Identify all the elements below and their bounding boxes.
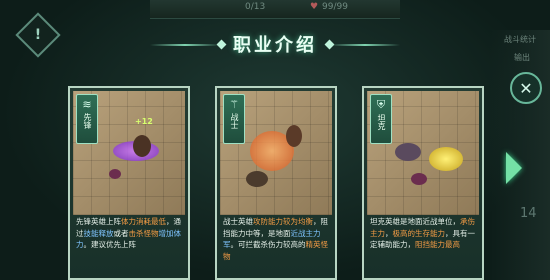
next-arrow-button[interactable] xyxy=(506,152,522,184)
description-segment: 先锋英雄上阵 xyxy=(76,217,121,226)
close-button[interactable]: ✕ xyxy=(510,72,542,104)
enemy-figure xyxy=(109,169,121,179)
class-card-tank: ⛨ 坦克 坦克英雄是地面近战单位，承伤主力，极高的生存能力，具有一定辅助能力，阻… xyxy=(362,86,484,280)
enemy-figure xyxy=(395,143,421,161)
warrior-hero-figure xyxy=(286,125,302,147)
enemy-figure xyxy=(411,173,427,185)
description-segment: 阻挡能力最高 xyxy=(415,240,460,249)
description-segment: 。可拦截杀伤力较高的 xyxy=(230,240,306,249)
role-label: 先锋 xyxy=(83,113,92,129)
vanguard-hero-figure xyxy=(133,135,151,157)
role-badge-vanguard: ≋ 先锋 xyxy=(76,94,98,144)
close-icon: ✕ xyxy=(519,78,533,98)
page-title: 职业介绍 xyxy=(233,35,317,56)
background-stat-health: 99/99 xyxy=(322,2,348,12)
description-segment: ， xyxy=(385,228,393,238)
title-bar: 职业介绍 xyxy=(0,31,550,61)
description-segment: 坦克英雄是地面近战单位， xyxy=(370,217,460,226)
warrior-icon: ⚚ xyxy=(229,98,239,111)
background-number: 14 xyxy=(520,206,537,221)
description-segment: 或者 xyxy=(113,228,129,238)
role-badge-warrior: ⚚ 战士 xyxy=(223,94,245,144)
description-segment: 。建议优先上阵 xyxy=(83,240,137,249)
description-segment: 体力消耗最低 xyxy=(121,217,166,226)
card-description: 先锋英雄上阵体力消耗最低，通过技能释放或者击杀怪物增加体力。建议优先上阵 xyxy=(76,216,182,251)
card-description: 坦克英雄是地面近战单位，承伤主力，极高的生存能力，具有一定辅助能力，阻挡能力最高 xyxy=(370,216,476,251)
role-label: 战士 xyxy=(230,113,239,129)
description-segment: 击杀怪物 xyxy=(128,228,159,238)
tank-shield-effect xyxy=(429,147,463,171)
role-badge-tank: ⛨ 坦克 xyxy=(370,94,392,144)
background-top-bar: 0/13 ♥ 99/99 xyxy=(150,0,400,19)
heart-icon: ♥ xyxy=(310,2,319,12)
floating-gain-text: +12 xyxy=(135,117,153,126)
card-description: 战士英雄攻防能力较为均衡，阻挡能力中等，是地面近战主力军。可拦截杀伤力较高的精英… xyxy=(223,216,329,262)
tank-icon: ⛨ xyxy=(376,98,386,111)
description-segment: 攻防能力较为均衡 xyxy=(253,217,313,226)
role-label: 坦克 xyxy=(377,114,386,130)
vanguard-icon: ≋ xyxy=(82,98,92,111)
description-segment: 极高的生存能力 xyxy=(392,228,446,238)
description-segment: 战士英雄 xyxy=(223,217,253,226)
title-decoration-right xyxy=(330,44,400,46)
class-card-warrior: ⚚ 战士 战士英雄攻防能力较为均衡，阻挡能力中等，是地面近战主力军。可拦截杀伤力… xyxy=(215,86,337,280)
background-stat-energy: 0/13 xyxy=(245,2,266,12)
class-card-vanguard: +12 ≋ 先锋 先锋英雄上阵体力消耗最低，通过技能释放或者击杀怪物增加体力。建… xyxy=(68,86,190,280)
enemy-figure xyxy=(246,171,268,187)
description-segment: 技能释放 xyxy=(83,228,114,238)
